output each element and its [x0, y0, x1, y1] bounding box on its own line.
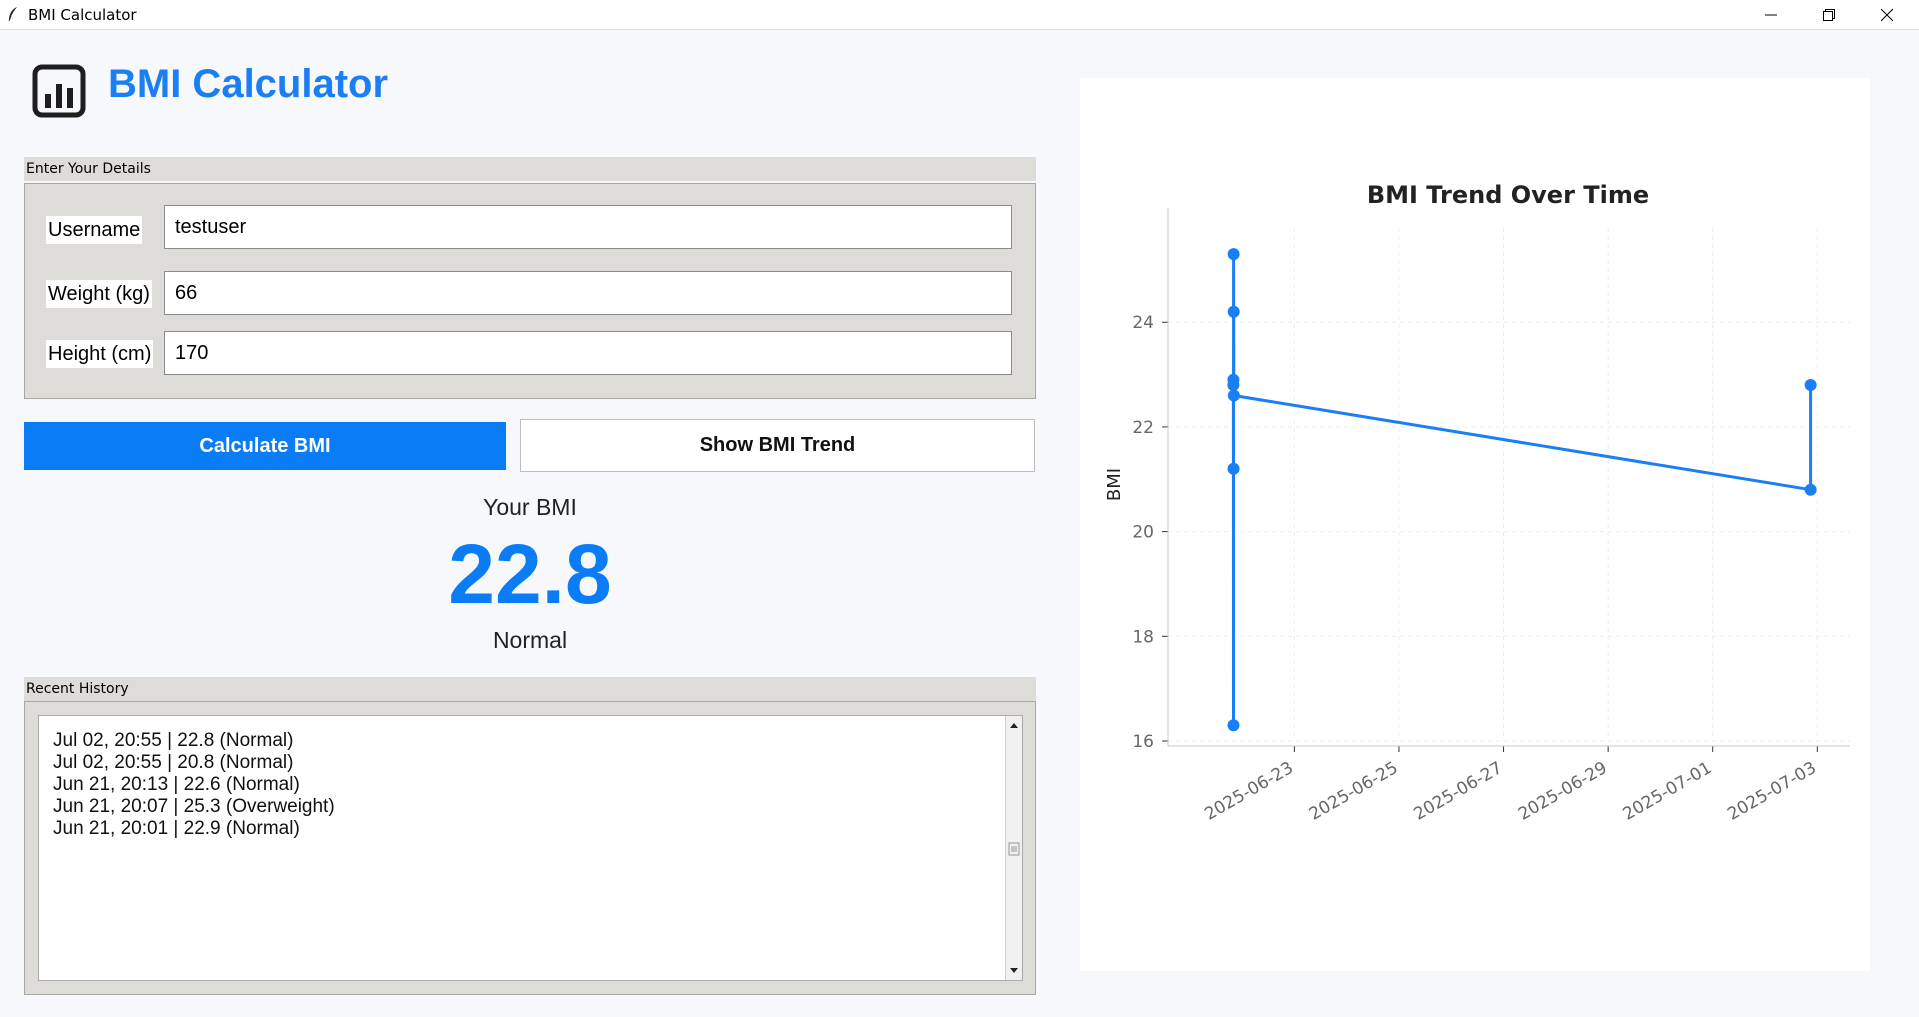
list-item[interactable]: Jul 02, 20:55 | 20.8 (Normal) [53, 752, 335, 774]
data-point [1804, 483, 1817, 496]
data-point [1227, 305, 1240, 318]
restore-icon [1823, 8, 1835, 21]
bar-chart-icon [32, 64, 86, 118]
minimize-button[interactable] [1748, 0, 1794, 29]
bmi-trend-chart: BMI Trend Over Time BMI 16 18 20 22 24 2025-0… [1080, 78, 1870, 971]
scrollbar-graphics [1008, 723, 1020, 973]
height-input[interactable] [164, 331, 1012, 375]
details-group-label: Enter Your Details [24, 157, 1036, 181]
title-bar: BMI Calculator [0, 0, 1919, 30]
x-tick-label: 2025-07-03 [1724, 758, 1820, 825]
list-item[interactable]: Jul 02, 20:55 | 22.8 (Normal) [53, 730, 335, 752]
y-tick-label: 24 [1132, 313, 1154, 333]
history-listbox[interactable]: Jul 02, 20:55 | 22.8 (Normal) Jul 02, 20… [38, 715, 1023, 981]
x-tick-label: 2025-07-01 [1620, 758, 1716, 825]
y-tick-label: 20 [1132, 523, 1154, 543]
close-button[interactable] [1864, 0, 1910, 29]
username-label: Username [46, 216, 143, 244]
list-item[interactable]: Jun 21, 20:01 | 22.9 (Normal) [53, 818, 335, 840]
minimize-icon [1765, 14, 1777, 15]
chart-canvas: BMI Trend Over Time BMI 16 18 20 22 24 2025-0… [1104, 181, 1850, 825]
bmi-category: Normal [492, 627, 568, 653]
series-line [1231, 252, 1813, 727]
feather-icon [8, 7, 17, 22]
data-point [1227, 389, 1240, 402]
history-scrollbar[interactable] [1005, 716, 1022, 980]
weight-input[interactable] [164, 271, 1012, 315]
height-label: Height (cm) [46, 340, 154, 368]
scroll-down-icon [1010, 968, 1018, 973]
data-point [1227, 373, 1240, 386]
y-axis-label: BMI [1104, 468, 1125, 501]
bmi-caption: Your BMI [483, 494, 577, 520]
app-title: BMI Calculator [108, 62, 389, 106]
data-point [1227, 248, 1240, 261]
close-icon [1881, 8, 1893, 21]
chart-title: BMI Trend Over Time [1367, 181, 1649, 209]
window-title: BMI Calculator [28, 6, 137, 24]
data-point [1227, 719, 1240, 732]
x-tick-label: 2025-06-27 [1410, 758, 1506, 825]
calculate-bmi-button[interactable]: Calculate BMI [24, 422, 506, 470]
y-tick-label: 22 [1132, 418, 1154, 438]
x-tick-label: 2025-06-23 [1201, 758, 1297, 825]
username-input[interactable] [164, 205, 1012, 249]
list-item[interactable]: Jun 21, 20:13 | 22.6 (Normal) [53, 774, 335, 796]
y-tick-label: 16 [1132, 732, 1154, 752]
y-tick-label: 18 [1132, 627, 1154, 647]
x-tick-label: 2025-06-25 [1306, 758, 1402, 825]
history-group-label: Recent History [24, 677, 1036, 701]
scroll-up-icon [1010, 723, 1018, 728]
data-point [1804, 379, 1817, 392]
data-point [1227, 462, 1240, 475]
x-tick-label: 2025-06-29 [1515, 758, 1611, 825]
bmi-value: 22.8 [448, 527, 612, 621]
list-item[interactable]: Jun 21, 20:07 | 25.3 (Overweight) [53, 796, 335, 818]
weight-label: Weight (kg) [46, 280, 152, 308]
history-list: Jul 02, 20:55 | 22.8 (Normal) Jul 02, 20… [53, 730, 335, 840]
restore-button[interactable] [1806, 0, 1852, 29]
show-bmi-trend-button[interactable]: Show BMI Trend [520, 419, 1035, 472]
